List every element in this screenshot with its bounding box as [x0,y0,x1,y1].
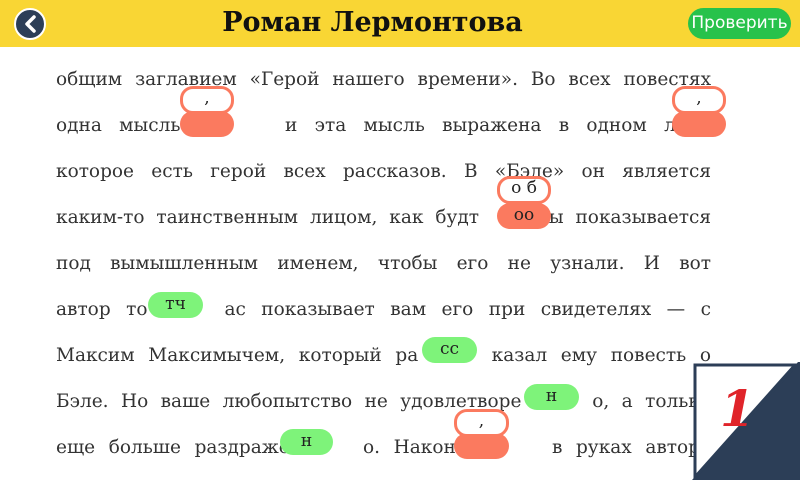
page-number: 1 [720,379,755,438]
answer-slot-comma1[interactable] [180,111,234,137]
answer-slot-ss[interactable]: сс [422,337,477,363]
text-line-2: одна мысль и эта мысль выражена в одном … [56,103,711,149]
header-bar: Роман Лермонтова Проверить [0,0,800,47]
option-comma1[interactable]: , [180,86,234,114]
answer-slot-n2[interactable]: н [280,429,333,455]
answer-slot-tch[interactable]: тч [148,292,203,318]
text-line-5: под вымышленным именем, чтобы его не узн… [56,253,711,274]
option-ob[interactable]: о б [497,176,551,204]
text-line-9: еще больше раздраже о. Наконец в руках а… [56,437,712,458]
line-2-part-a: одна мысль [56,115,181,136]
text-line-1: общим заглавием «Герой нашего времени». … [56,69,711,90]
page-corner[interactable]: 1 [692,362,800,480]
page-title: Роман Лермонтова [222,7,523,38]
text-line-4: каким-то таинственным лицом, как будт ы … [56,207,712,228]
check-button[interactable]: Проверить [688,8,791,39]
text-line-7: Максим Максимычем, который ра казал ему … [56,345,712,366]
line-2-part-b: и эта мысль выражена в одном лице [285,115,711,136]
option-comma2[interactable]: , [672,86,726,114]
text-line-8: Бэле. Но ваше любопытство не удовлетворе… [56,391,712,412]
answer-slot-comma2[interactable] [672,111,726,137]
answer-slot-oo[interactable]: оо [497,203,551,229]
text-line-3: которое есть герой всех рассказов. В «Бэ… [56,161,711,182]
answer-slot-n1[interactable]: н [524,384,579,410]
option-comma3[interactable]: , [454,409,509,437]
